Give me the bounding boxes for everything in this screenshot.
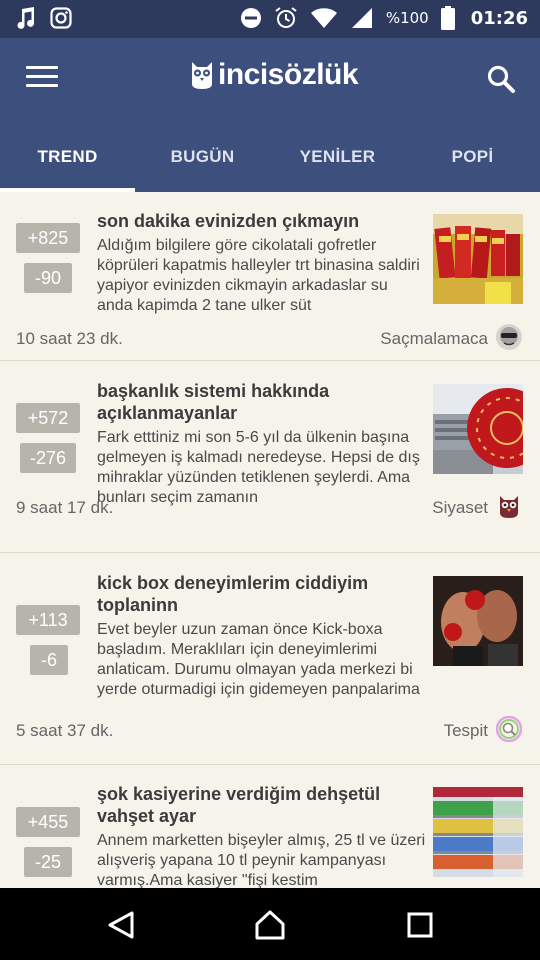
tab-popi[interactable]: POPİ [405, 120, 540, 192]
post-title[interactable]: kick box deneyimlerim ciddiyim toplaninn [97, 572, 427, 616]
upvote-button[interactable]: +113 [16, 605, 80, 635]
post-time: 5 saat 37 dk. [16, 721, 114, 740]
category-avatar-icon [496, 324, 522, 350]
post-time: 9 saat 17 dk. [16, 498, 114, 517]
post-thumbnail[interactable] [433, 787, 523, 877]
post-thumbnail[interactable] [433, 576, 523, 666]
owl-category-icon [500, 496, 518, 518]
magnifier-category-icon [496, 716, 522, 742]
alarm-icon [275, 7, 297, 28]
post-excerpt: Evet beyler uzun zaman önce Kick-boxa ba… [97, 621, 420, 698]
post-excerpt: Aldığım bilgilere göre cikolatali gofret… [97, 237, 420, 314]
battery-percent: %100 [385, 9, 429, 27]
post-title[interactable]: başkanlık sistemi hakkında açıklanmayanl… [97, 380, 427, 424]
upvote-button[interactable]: +572 [16, 403, 80, 433]
post-thumbnail[interactable] [433, 384, 523, 474]
post-time: 10 saat 23 dk. [16, 329, 123, 348]
post-card[interactable]: +572 -276 başkanlık sistemi hakkında açı… [0, 361, 540, 553]
downvote-button[interactable]: -25 [24, 847, 72, 877]
do-not-disturb-icon [240, 8, 261, 28]
upvote-button[interactable]: +455 [16, 807, 80, 837]
wifi-icon [310, 8, 337, 28]
status-clock: 01:26 [470, 7, 528, 29]
post-category[interactable]: Saçmalamaca [380, 329, 488, 349]
tab-yeniler[interactable]: YENİLER [270, 120, 405, 192]
music-note-icon [17, 7, 35, 29]
tab-trend[interactable]: TREND [0, 120, 135, 192]
status-bar: %100 01:26 [0, 0, 540, 38]
post-thumbnail[interactable] [433, 214, 523, 304]
post-excerpt: Annem marketten bişeyler almış, 25 tl ve… [97, 832, 426, 888]
tab-bar: TREND BUGÜN YENİLER POPİ [0, 120, 540, 192]
post-card[interactable]: +455 -25 şok kasiyerine verdiğim dehşetü… [0, 765, 540, 888]
signal-icon [351, 8, 372, 28]
upvote-button[interactable]: +825 [16, 223, 80, 253]
post-feed: +825 -90 son dakika evinizden çıkmayın A… [0, 192, 540, 888]
system-nav-bar [0, 888, 540, 960]
post-category[interactable]: Siyaset [432, 498, 488, 518]
post-title[interactable]: son dakika evinizden çıkmayın [97, 210, 427, 232]
post-card[interactable]: +113 -6 kick box deneyimlerim ciddiyim t… [0, 553, 540, 765]
back-icon[interactable] [106, 910, 136, 940]
app-bar: incisözlük [0, 38, 540, 120]
downvote-button[interactable]: -276 [20, 443, 76, 473]
post-excerpt: Fark etttiniz mi son 5-6 yıl da ülkenin … [97, 429, 420, 506]
post-card[interactable]: +825 -90 son dakika evinizden çıkmayın A… [0, 192, 540, 361]
post-category[interactable]: Tespit [444, 721, 488, 741]
app-logo[interactable]: incisözlük [190, 58, 359, 92]
tab-bugun[interactable]: BUGÜN [135, 120, 270, 192]
post-title[interactable]: şok kasiyerine verdiğim dehşetül vahşet … [97, 783, 427, 827]
battery-icon [440, 6, 455, 30]
instagram-icon [50, 7, 72, 29]
recents-icon[interactable] [407, 912, 433, 938]
home-icon[interactable] [254, 910, 286, 940]
downvote-button[interactable]: -90 [24, 263, 72, 293]
owl-logo-icon [192, 62, 212, 89]
search-icon[interactable] [486, 64, 516, 94]
hamburger-menu-icon[interactable] [26, 66, 58, 90]
downvote-button[interactable]: -6 [30, 645, 68, 675]
logo-text: incisözlük [218, 58, 359, 91]
